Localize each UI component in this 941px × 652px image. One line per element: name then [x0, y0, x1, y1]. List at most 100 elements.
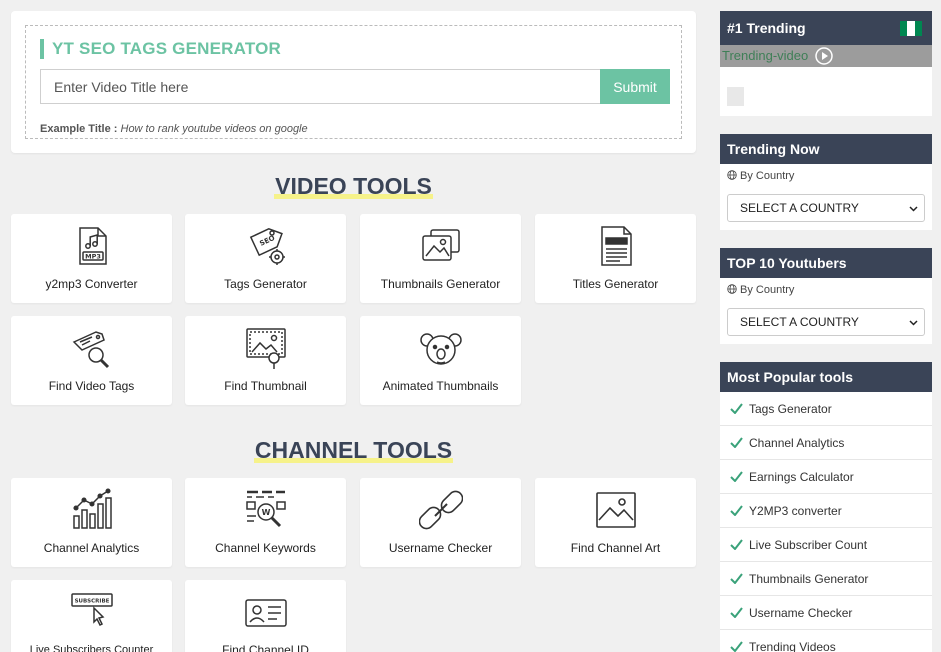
tool-label: Username Checker — [388, 541, 493, 555]
tool-card-find-video-tags[interactable]: Find Video Tags — [11, 316, 172, 405]
country-select[interactable]: SELECT A COUNTRY — [727, 308, 925, 336]
chevron-down-icon — [909, 206, 918, 212]
tool-label: Titles Generator — [572, 277, 659, 291]
tool-label: y2mp3 Converter — [45, 277, 138, 291]
seo-panel-title: YT SEO TAGS GENERATOR — [40, 39, 281, 59]
popular-tool-label: Tags Generator — [749, 402, 832, 416]
popular-tools-header: Most Popular tools — [720, 362, 932, 392]
tool-label: Tags Generator — [224, 277, 307, 291]
popular-tool-link[interactable]: Y2MP3 converter — [720, 494, 932, 528]
svg-text:MP3: MP3 — [85, 253, 101, 261]
check-icon — [730, 471, 743, 482]
popular-tool-label: Trending Videos — [749, 640, 836, 652]
tool-label: Find Channel Art — [570, 541, 661, 555]
subscribe-click-icon: SUBSCRIBE — [70, 593, 113, 627]
video-tools-heading: VIDEO TOOLS — [274, 173, 433, 199]
tool-card-find-thumbnail[interactable]: Find Thumbnail — [185, 316, 346, 405]
images-icon — [421, 229, 460, 261]
tool-label: Find Channel ID — [222, 643, 309, 652]
trending-image-alt: Trending-video — [722, 48, 809, 63]
example-label: Example Title : — [40, 123, 118, 135]
globe-icon — [727, 284, 737, 294]
tool-card-live-subscribers-counter[interactable]: SUBSCRIBE Live Subscribers Counter — [11, 580, 172, 652]
trending-title: #1 Trending — [727, 20, 806, 36]
popular-tool-link[interactable]: Tags Generator — [720, 392, 932, 426]
popular-tool-label: Channel Analytics — [749, 436, 845, 450]
check-icon — [730, 607, 743, 618]
check-icon — [730, 403, 743, 414]
tool-label: Channel Keywords — [215, 541, 316, 555]
example-value: How to rank youtube videos on google — [120, 123, 308, 135]
popular-tool-label: Thumbnails Generator — [749, 572, 869, 586]
trending-video-info — [720, 67, 932, 115]
play-icon[interactable] — [815, 47, 833, 65]
tool-card-find-channel-art[interactable]: Find Channel Art — [535, 478, 696, 567]
popular-tool-link[interactable]: Earnings Calculator — [720, 460, 932, 494]
channel-tools-heading: CHANNEL TOOLS — [253, 437, 454, 463]
svg-text:SUBSCRIBE: SUBSCRIBE — [74, 599, 109, 605]
tool-card-thumbnails-generator[interactable]: Thumbnails Generator — [360, 214, 521, 303]
popular-tools-list: Tags Generator Channel Analytics Earning… — [720, 392, 932, 652]
trending-now-header: Trending Now — [720, 134, 932, 164]
tool-card-tags-generator[interactable]: SEO Tags Generator — [185, 214, 346, 303]
tool-card-find-channel-id[interactable]: Find Channel ID — [185, 580, 346, 652]
seo-tags-generator-panel: YT SEO TAGS GENERATOR Submit Example Tit… — [11, 11, 696, 153]
popular-tool-link[interactable]: Trending Videos — [720, 630, 932, 652]
globe-icon — [727, 170, 737, 180]
example-title: Example Title : How to rank youtube vide… — [40, 123, 308, 135]
tool-card-channel-keywords[interactable]: W Channel Keywords — [185, 478, 346, 567]
tool-label: Animated Thumbnails — [382, 379, 499, 393]
popular-tool-link[interactable]: Username Checker — [720, 596, 932, 630]
tag-search-icon — [72, 331, 109, 369]
country-select[interactable]: SELECT A COUNTRY — [727, 194, 925, 222]
mp3-file-icon: MP3 — [78, 227, 107, 265]
nigeria-flag-icon — [900, 21, 922, 36]
svg-text:SEO: SEO — [258, 234, 276, 248]
tool-card-titles-generator[interactable]: Titles Generator — [535, 214, 696, 303]
trending-video-thumbnail[interactable]: Trending-video — [720, 45, 932, 67]
tool-label: Find Video Tags — [48, 379, 135, 393]
country-select-value: SELECT A COUNTRY — [740, 315, 859, 329]
popular-tool-label: Earnings Calculator — [749, 470, 854, 484]
tool-label: Live Subscribers Counter — [29, 644, 154, 652]
popular-tool-label: Username Checker — [749, 606, 853, 620]
image-search-icon — [245, 328, 286, 369]
by-country-label: By Country — [720, 164, 932, 188]
tool-card-animated-thumbnails[interactable]: Animated Thumbnails — [360, 316, 521, 405]
seo-tag-gear-icon: SEO — [249, 228, 285, 265]
tool-label: Thumbnails Generator — [380, 277, 501, 291]
trending-header: #1 Trending — [720, 11, 932, 45]
popular-tools-widget: Most Popular tools Tags Generator Channe… — [720, 362, 932, 652]
popular-tool-link[interactable]: Live Subscriber Count — [720, 528, 932, 562]
trending-now-widget: Trending Now By Country SELECT A COUNTRY — [720, 134, 932, 230]
popular-tool-label: Live Subscriber Count — [749, 538, 868, 552]
tool-card-y2mp3-converter[interactable]: MP3 y2mp3 Converter — [11, 214, 172, 303]
tool-card-channel-analytics[interactable]: Channel Analytics — [11, 478, 172, 567]
tool-card-username-checker[interactable]: Username Checker — [360, 478, 521, 567]
document-icon — [600, 226, 632, 266]
trending-widget: #1 Trending Trending-video — [720, 11, 932, 116]
svg-text:W: W — [261, 508, 270, 517]
chevron-down-icon — [909, 320, 918, 326]
check-icon — [730, 437, 743, 448]
submit-button[interactable]: Submit — [600, 69, 670, 104]
popular-tool-link[interactable]: Thumbnails Generator — [720, 562, 932, 596]
tool-label: Channel Analytics — [43, 541, 140, 555]
video-title-input[interactable] — [40, 69, 600, 104]
popular-tool-label: Y2MP3 converter — [749, 504, 842, 518]
top-youtubers-widget: TOP 10 Youtubers By Country SELECT A COU… — [720, 248, 932, 344]
koala-icon — [419, 333, 462, 365]
tool-label: Find Thumbnail — [224, 379, 307, 393]
check-icon — [730, 641, 743, 652]
country-select-value: SELECT A COUNTRY — [740, 201, 859, 215]
check-icon — [730, 505, 743, 516]
id-card-icon — [244, 599, 287, 627]
popular-tool-link[interactable]: Channel Analytics — [720, 426, 932, 460]
by-country-text: By Country — [740, 284, 795, 296]
check-icon — [730, 573, 743, 584]
by-country-text: By Country — [740, 170, 795, 182]
channel-avatar-placeholder — [727, 87, 744, 106]
top-youtubers-header: TOP 10 Youtubers — [720, 248, 932, 278]
seo-form-frame: YT SEO TAGS GENERATOR Submit Example Tit… — [25, 25, 682, 139]
check-icon — [730, 539, 743, 550]
